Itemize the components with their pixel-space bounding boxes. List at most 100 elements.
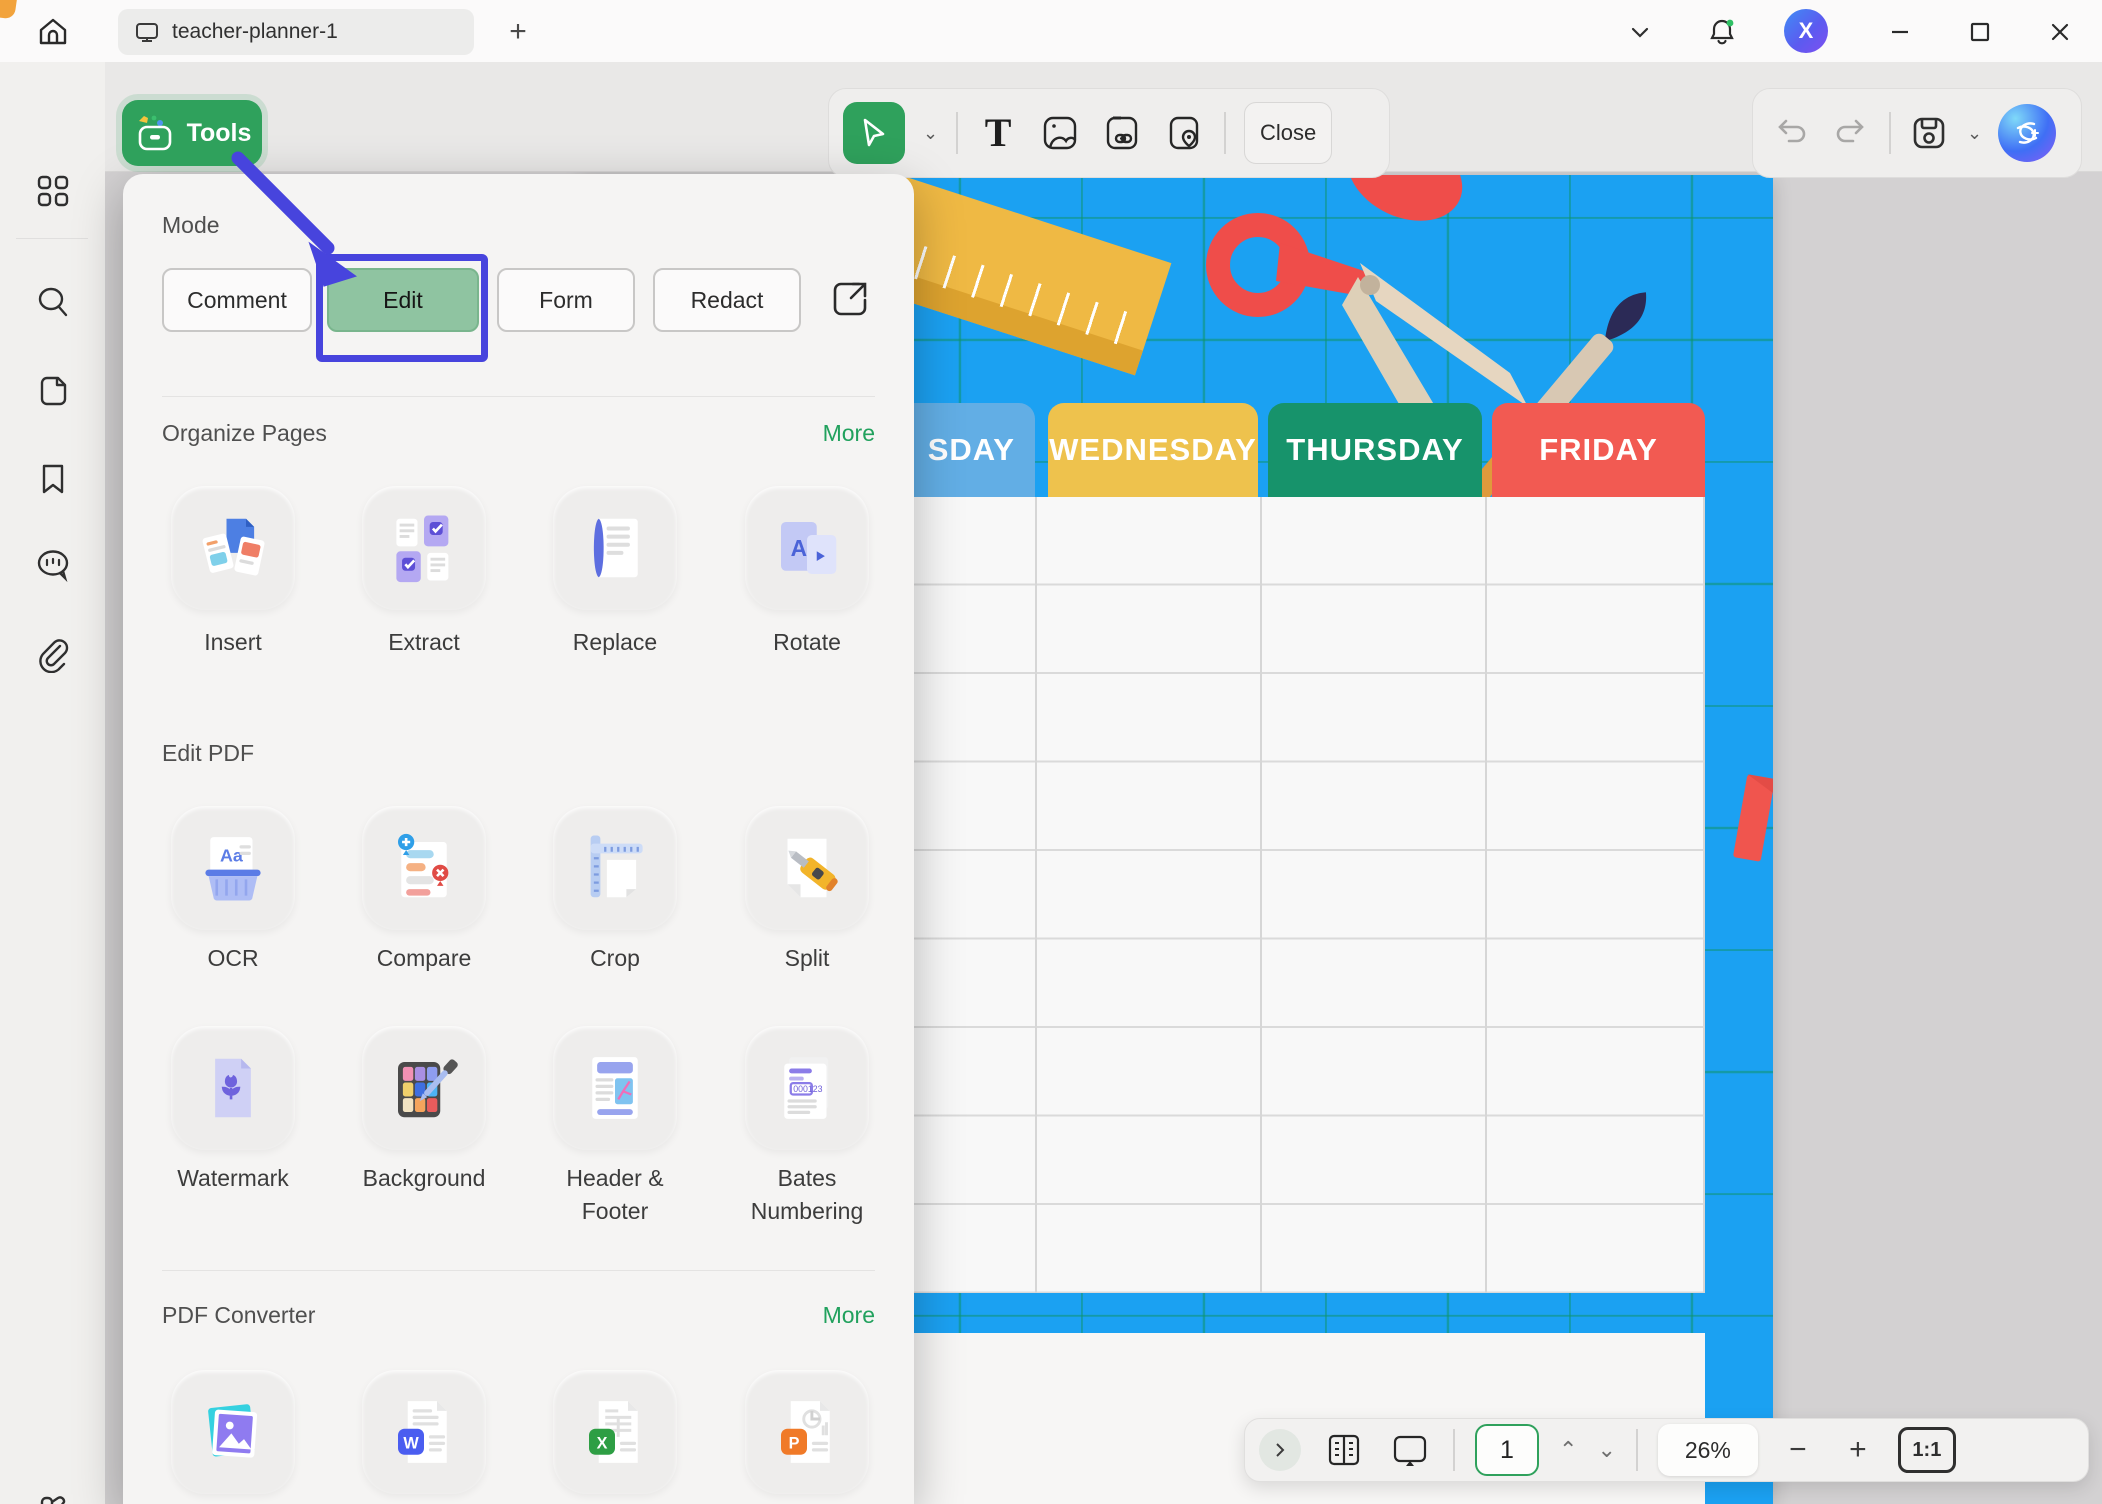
day-tab-label: THURSDAY (1286, 432, 1463, 468)
organize-pages-more-link[interactable]: More (823, 420, 875, 447)
document-tab-icon (134, 20, 160, 44)
pdf-to-excel-tile[interactable]: X (553, 1370, 677, 1494)
open-mode-external-button[interactable] (829, 278, 871, 325)
mode-redact-button[interactable]: Redact (653, 268, 801, 332)
watermark-tool-tile[interactable] (171, 1026, 295, 1150)
insert-tool-tile[interactable] (171, 486, 295, 610)
split-icon (768, 829, 846, 907)
pdf-converter-more-link[interactable]: More (823, 1302, 875, 1329)
panel-divider (162, 396, 875, 397)
search-panel-button[interactable] (30, 280, 76, 326)
search-icon (35, 285, 71, 321)
mode-comment-button[interactable]: Comment (162, 268, 312, 332)
select-tool-button[interactable] (843, 102, 905, 164)
red-ribbon-illustration (1733, 774, 1773, 862)
crop-icon (576, 829, 654, 907)
link-icon (1102, 113, 1142, 153)
chevron-down-icon (1628, 20, 1652, 44)
ocr-tool-tile[interactable]: Aa (171, 806, 295, 930)
bookmark-icon (38, 461, 68, 497)
extract-tool-label: Extract (329, 626, 519, 659)
actual-size-button[interactable]: 1:1 (1898, 1427, 1956, 1473)
split-tool-tile[interactable] (745, 806, 869, 930)
comments-panel-button[interactable] (30, 542, 76, 588)
zoom-out-button[interactable]: − (1778, 1433, 1818, 1467)
minimize-button[interactable] (1878, 12, 1922, 52)
ruler-illustration (869, 177, 1172, 376)
collapse-statusbar-button[interactable] (1259, 1429, 1301, 1471)
compare-tool-tile[interactable] (362, 806, 486, 930)
undo-button[interactable] (1769, 111, 1813, 155)
toolbox-icon (133, 113, 177, 153)
header-footer-tool-tile[interactable] (553, 1026, 677, 1150)
ai-assistant-button[interactable] (1998, 104, 2056, 162)
undo-icon (1773, 117, 1809, 149)
maximize-button[interactable] (1958, 12, 2002, 52)
thumbnails-panel-button[interactable] (30, 168, 76, 214)
add-location-button[interactable] (1162, 111, 1206, 155)
replace-tool-tile[interactable] (553, 486, 677, 610)
presentation-mode-button[interactable] (1387, 1427, 1433, 1473)
page-number-input[interactable]: 1 (1475, 1424, 1539, 1476)
close-window-button[interactable] (2038, 12, 2082, 52)
select-tool-chevron[interactable]: ⌄ (923, 123, 938, 144)
split-tool-label: Split (712, 942, 902, 975)
close-button-label: Close (1260, 120, 1316, 146)
cursor-icon (859, 117, 889, 149)
two-page-view-icon (1325, 1432, 1363, 1468)
rotate-tool-label: Rotate (712, 626, 902, 659)
attachments-panel-button[interactable] (30, 632, 76, 678)
page-layout-button[interactable] (1321, 1427, 1367, 1473)
document-tab[interactable]: teacher-planner-1 (118, 9, 474, 55)
notifications-button[interactable] (1700, 12, 1744, 52)
home-button[interactable] (32, 11, 74, 53)
pdf-to-ppt-tile[interactable]: P (745, 1370, 869, 1494)
pages-panel-button[interactable] (30, 368, 76, 414)
zoom-level-value: 26% (1685, 1437, 1731, 1464)
bates-numbering-tool-tile[interactable]: 000123 (745, 1026, 869, 1150)
save-options-chevron[interactable]: ⌄ (1967, 123, 1982, 144)
svg-text:W: W (403, 1434, 419, 1452)
add-image-button[interactable] (1038, 111, 1082, 155)
background-tool-tile[interactable] (362, 1026, 486, 1150)
next-page-button[interactable]: ⌄ (1597, 1437, 1615, 1463)
rotate-tool-tile[interactable]: A (745, 486, 869, 610)
redo-icon (1833, 117, 1869, 149)
page-icon (36, 373, 70, 409)
compare-icon (385, 829, 463, 907)
bottom-statusbar: 1 ⌃ ⌄ 26% − + 1:1 (1244, 1418, 2089, 1482)
previous-page-button[interactable]: ⌃ (1559, 1437, 1577, 1463)
extract-tool-tile[interactable] (362, 486, 486, 610)
new-tab-button[interactable]: + (498, 12, 538, 52)
add-link-button[interactable] (1100, 111, 1144, 155)
close-edit-mode-button[interactable]: Close (1244, 102, 1332, 164)
color-swatches-icon (34, 1490, 72, 1504)
theme-swatch-button[interactable] (30, 1486, 76, 1504)
titlebar: teacher-planner-1 + X (0, 0, 2102, 62)
pdf-to-word-tile[interactable]: W (362, 1370, 486, 1494)
save-button[interactable] (1907, 111, 1951, 155)
crop-tool-tile[interactable] (553, 806, 677, 930)
bookmarks-panel-button[interactable] (30, 456, 76, 502)
panel-divider (162, 1270, 875, 1271)
tools-button[interactable]: Tools (122, 100, 262, 166)
location-pin-icon (1164, 113, 1204, 153)
tabs-expand-button[interactable] (1618, 12, 1662, 52)
chevron-right-icon (1272, 1442, 1288, 1458)
extract-icon (385, 509, 463, 587)
zoom-level-input[interactable]: 26% (1658, 1424, 1758, 1476)
mode-form-button[interactable]: Form (497, 268, 635, 332)
pdf-to-image-tile[interactable] (171, 1370, 295, 1494)
watermark-tool-label: Watermark (138, 1162, 328, 1195)
save-icon (1910, 114, 1948, 152)
watermark-icon (194, 1049, 272, 1127)
add-text-button[interactable]: T (976, 111, 1020, 155)
toolbar-divider (1224, 112, 1226, 154)
user-avatar[interactable]: X (1784, 9, 1828, 53)
bates-numbering-icon: 000123 (768, 1049, 846, 1127)
word-convert-icon: W (385, 1393, 463, 1471)
statusbar-divider (1636, 1429, 1638, 1471)
zoom-in-button[interactable]: + (1838, 1433, 1878, 1467)
ai-swirl-icon (2010, 116, 2044, 150)
redo-button[interactable] (1829, 111, 1873, 155)
